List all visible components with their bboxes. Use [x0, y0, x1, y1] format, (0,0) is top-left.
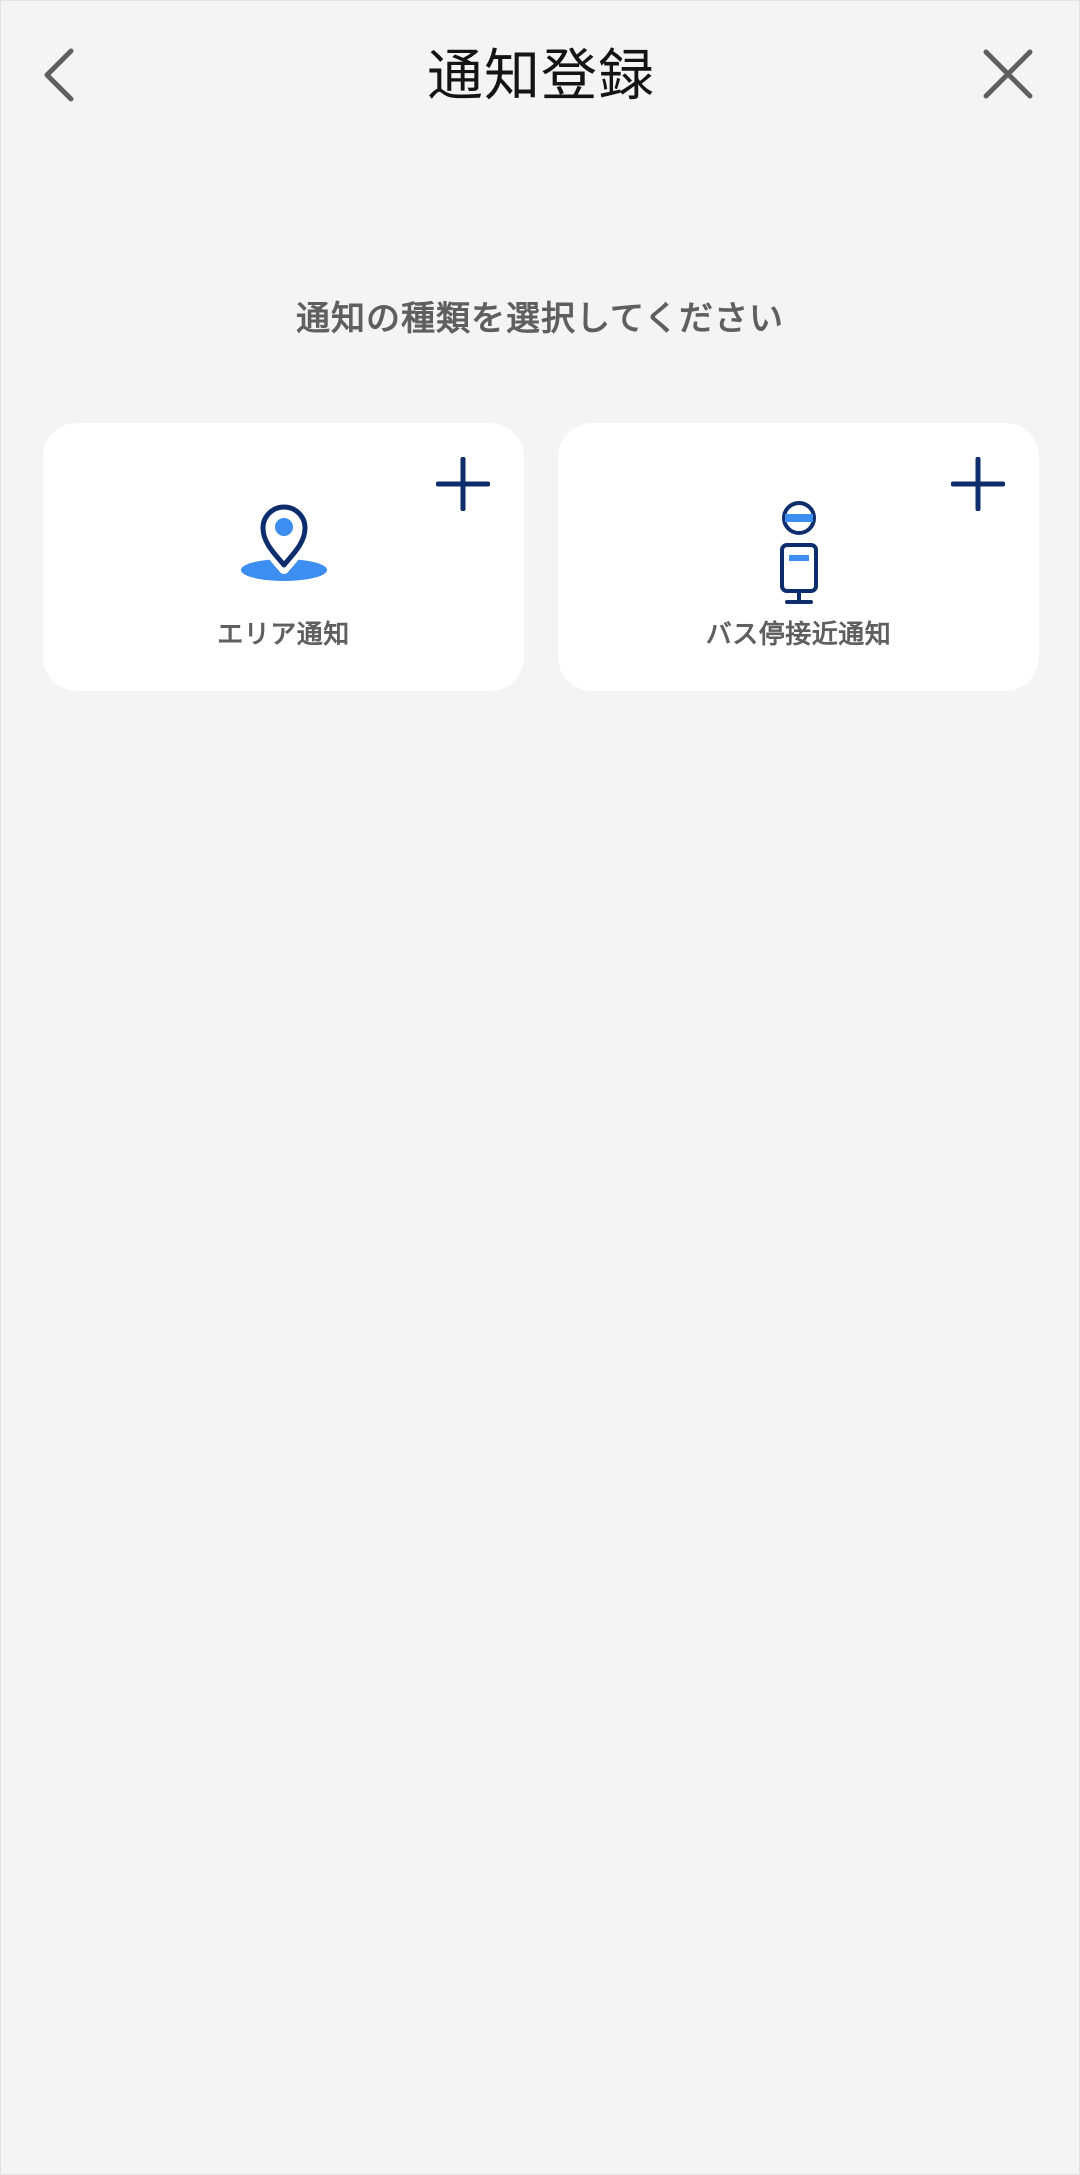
notification-type-options: エリア通知 バス停接近通知 — [43, 423, 1039, 691]
close-button[interactable] — [973, 39, 1043, 109]
card-label: エリア通知 — [217, 620, 350, 650]
instruction-text: 通知の種類を選択してください — [296, 299, 784, 339]
close-icon — [983, 49, 1033, 99]
area-notification-card[interactable]: エリア通知 — [43, 423, 524, 691]
page-title: 通知登録 — [427, 44, 655, 109]
app-header: 通知登録 — [1, 1, 1080, 157]
bus-stop-icon — [779, 501, 818, 604]
card-label: バス停接近通知 — [705, 620, 892, 650]
bus-stop-approach-notification-card[interactable]: バス停接近通知 — [558, 423, 1039, 691]
plus-icon — [436, 457, 490, 511]
map-pin-icon — [240, 501, 327, 581]
plus-icon — [951, 457, 1005, 511]
